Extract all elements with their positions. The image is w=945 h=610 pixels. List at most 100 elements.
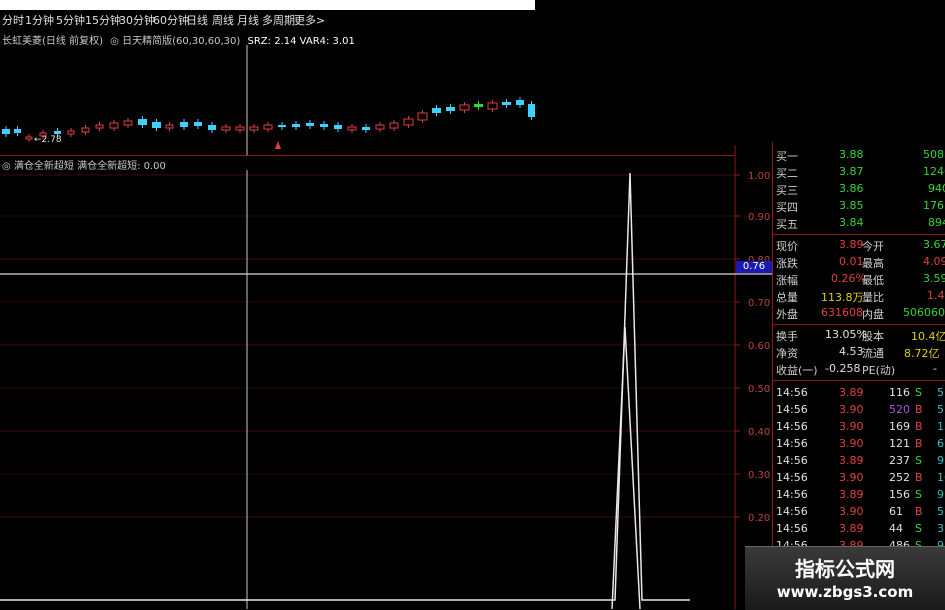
tick-row[interactable]: 14:56 3.90 520 B 5 [773,401,945,418]
tick-volume: 116 [889,386,910,399]
tick-side: S [915,488,922,501]
tick-row[interactable]: 14:56 3.90 252 B 16 [773,469,945,486]
bid-row-3[interactable]: 买三 3.86 940 [773,180,945,197]
period-toolbar: 分时 1分钟 5分钟 15分钟 30分钟 60分钟 日线 周线 月线 多周期 更… [0,10,535,28]
candle-body [81,127,90,133]
tab-60min[interactable]: 60分钟 [153,12,189,28]
tick-row[interactable]: 14:56 3.89 237 S 9 [773,452,945,469]
axis-tick-label: 0.90 [748,212,770,223]
stat-label: 外盘 [776,308,798,321]
stat-label: 股本 [862,330,884,343]
axis-tick-label: 0.50 [748,384,770,395]
tab-daily[interactable]: 日线 [186,12,208,28]
stat-value: 1.41 [927,289,945,302]
stat-value: 0.01 [839,255,864,268]
bid-label: 买四 [776,201,798,214]
tick-row[interactable]: 14:56 3.89 156 S 9 [773,486,945,503]
axis-tick-label: 0.20 [748,513,770,524]
tab-multi[interactable]: 多周期 [262,12,295,28]
bid-row-5[interactable]: 买五 3.84 894 [773,214,945,231]
tab-1min[interactable]: 1分钟 [25,12,54,28]
stat-value: 8.72亿 [904,347,940,360]
tab-30min[interactable]: 30分钟 [119,12,155,28]
candle-body [95,124,104,129]
tick-side: B [915,403,923,416]
tick-count: 6 [937,437,944,450]
tick-row[interactable]: 14:56 3.90 169 B 13 [773,418,945,435]
bid-row-4[interactable]: 买四 3.85 1765 [773,197,945,214]
tick-side: B [915,420,923,433]
watermark-url: www.zbgs3.com [776,583,914,601]
candle-body [165,124,174,129]
divider [773,324,945,325]
candle-body [67,130,75,135]
tick-volume: 121 [889,437,910,450]
tick-time: 14:56 [776,386,808,399]
bid-volume: 894 [928,216,945,229]
candle-body [446,107,455,111]
stat-value: 4.09 [923,255,945,268]
tick-volume: 44 [889,522,903,535]
stat-label: 流通 [862,347,884,360]
order-book-panel: 买一 3.88 5085 买二 3.87 1246 买三 3.86 940 买四 3.85 17… [772,142,945,609]
candle-body [208,125,216,130]
candle-body [221,126,231,131]
tick-row[interactable]: 14:56 3.89 116 S 5 [773,384,945,401]
stat-label: 总量 [776,291,798,304]
stat-value: 506060 [903,306,945,319]
tick-price: 3.90 [839,505,864,518]
bid-volume: 5085 [923,148,945,161]
bid-volume: 1765 [923,199,945,212]
stat-label: 今开 [862,240,884,253]
tick-price: 3.90 [839,420,864,433]
indicator-spike-1 [0,172,690,601]
tick-volume: 520 [889,403,910,416]
bid-row-1[interactable]: 买一 3.88 5085 [773,146,945,163]
candle-body [123,120,133,126]
stat-value: -0.258 [825,362,861,375]
bid-volume: 1246 [923,165,945,178]
stat-label: 收益(一) [776,364,818,377]
candles [2,97,535,142]
stat-value: 13.05% [825,328,867,341]
tick-count: 3 [937,522,944,535]
tick-row[interactable]: 14:56 3.90 121 B 6 [773,435,945,452]
candle-body [334,125,342,129]
candle-body [417,112,428,121]
bid-volume: 940 [928,182,945,195]
tick-row[interactable]: 14:56 3.90 61 B 5 [773,503,945,520]
stat-row-2: 涨跌 0.01 最高 4.09 [773,253,945,270]
tick-side: S [915,386,922,399]
candle-body [502,102,511,105]
tick-row[interactable]: 14:56 3.89 44 S 3 [773,520,945,537]
candle-body [389,122,399,129]
candle-body [109,122,119,129]
stat-label: 内盘 [862,308,884,321]
tab-monthly[interactable]: 月线 [237,12,259,28]
tick-count: 5 [937,403,944,416]
tick-price: 3.89 [839,454,864,467]
stat-row-5: 外盘 631608 内盘 506060 [773,304,945,321]
tab-more[interactable]: 更多> [294,12,325,28]
stat-label: 量比 [862,291,884,304]
low-price-label: ←2.78 [34,135,62,145]
divider [773,380,945,381]
divider [773,234,945,235]
tab-fenshi[interactable]: 分时 [2,12,24,28]
tab-5min[interactable]: 5分钟 [56,12,85,28]
stat-label: 最高 [862,257,884,270]
candle-body [278,125,286,127]
tick-time: 14:56 [776,403,808,416]
tick-time: 14:56 [776,505,808,518]
bid-price: 3.86 [839,182,864,195]
stat-value: - [933,362,937,375]
stat-label: 最低 [862,274,884,287]
window-top-strip [0,0,535,10]
candlestick-panel[interactable]: ←2.78 [0,45,535,155]
tab-15min[interactable]: 15分钟 [85,12,121,28]
bid-row-2[interactable]: 买二 3.87 1246 [773,163,945,180]
tab-weekly[interactable]: 周线 [212,12,234,28]
bid-price: 3.87 [839,165,864,178]
candle-body [138,119,147,125]
tick-side: S [915,522,922,535]
